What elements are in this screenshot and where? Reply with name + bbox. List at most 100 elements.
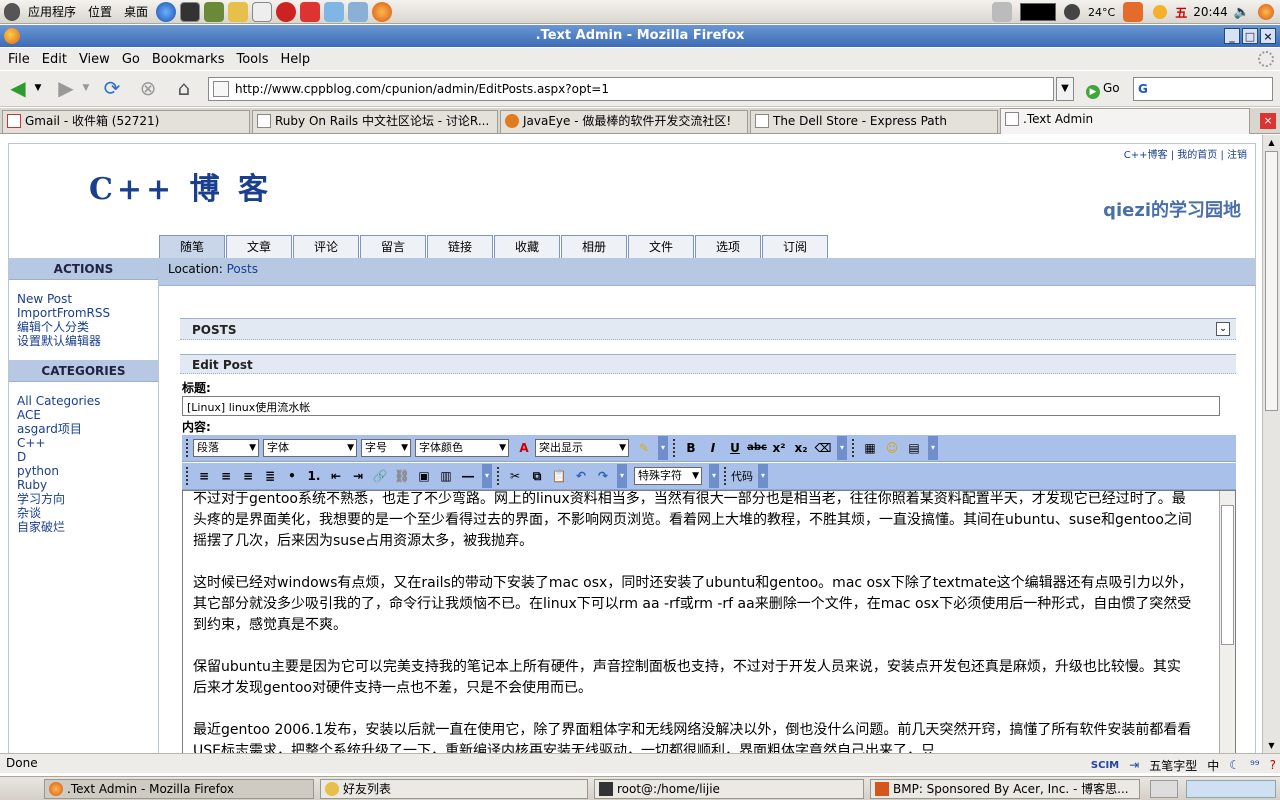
eraser-icon[interactable]: ⌫ [813, 438, 833, 458]
category-link[interactable]: python [17, 464, 158, 478]
category-link[interactable]: C++ [17, 436, 158, 450]
insert-document-icon[interactable]: ▤ [904, 438, 924, 458]
redo-icon[interactable]: ↷ [593, 466, 613, 486]
editor-scroll-thumb[interactable] [1221, 505, 1234, 645]
browser-launcher-icon[interactable] [156, 1, 177, 22]
toolbar-grip[interactable] [673, 439, 677, 457]
tab-ruby-forum[interactable]: Ruby On Rails 中文社区论坛 - 讨论R... [252, 110, 498, 133]
page-scroll-thumb[interactable] [1265, 151, 1278, 411]
menu-bookmarks[interactable]: Bookmarks [146, 52, 231, 67]
font-color-select[interactable]: 字体颜色 [415, 439, 509, 457]
forward-history-dropdown[interactable]: ▼ [80, 77, 92, 101]
align-center-icon[interactable]: ≡ [216, 466, 236, 486]
indent-icon[interactable]: ⇥ [348, 466, 368, 486]
tab-articles[interactable]: 文章 [226, 235, 292, 258]
firefox-tray-icon[interactable] [1258, 4, 1274, 20]
unlink-icon[interactable]: ⛓ [392, 466, 412, 486]
numbered-list-icon[interactable]: 1. [304, 466, 324, 486]
network-monitor-icon[interactable] [992, 2, 1013, 22]
tab-messages[interactable]: 留言 [360, 235, 426, 258]
menu-file[interactable]: File [2, 52, 36, 67]
subscript-button[interactable]: x₂ [791, 438, 811, 458]
toolbar-overflow[interactable]: ▾ [758, 464, 768, 488]
code-button[interactable]: 代码 [731, 468, 753, 484]
firefox-icon[interactable] [4, 28, 20, 44]
rich-text-editor[interactable]: 不过对于gentoo系统不熟悉，也走了不少弯路。网上的linux资料相当多，当然… [182, 490, 1236, 753]
strikethrough-button[interactable]: abc [747, 438, 767, 458]
tab-gallery[interactable]: 相册 [561, 235, 627, 258]
default-editor-link[interactable]: 设置默认编辑器 [17, 334, 158, 348]
terminal-launcher-icon[interactable] [180, 1, 201, 22]
firefox-task-icon[interactable] [1150, 780, 1178, 798]
italic-button[interactable]: I [703, 438, 723, 458]
close-tab-button[interactable]: × [1260, 113, 1276, 129]
search-input[interactable]: G [1133, 77, 1273, 101]
menu-edit[interactable]: Edit [36, 52, 73, 67]
tree-launcher-icon[interactable] [348, 1, 369, 22]
toolbar-overflow[interactable]: ▾ [709, 464, 719, 488]
tab-links[interactable]: 链接 [427, 235, 493, 258]
toolbar-grip[interactable] [497, 467, 501, 485]
office-launcher-icon[interactable] [300, 1, 321, 22]
category-link[interactable]: Ruby [17, 478, 158, 492]
new-post-link[interactable]: New Post [17, 292, 158, 306]
volume-icon[interactable]: 🔈 [1234, 5, 1250, 20]
toolbar-overflow[interactable]: ▾ [837, 436, 847, 460]
toolbar-grip[interactable] [724, 467, 728, 485]
ime-name[interactable]: 五笔字型 [1149, 757, 1197, 774]
moon-icon[interactable]: ☾ [1229, 758, 1240, 772]
gnome-foot-icon[interactable] [4, 2, 20, 21]
editor-scrollbar[interactable] [1219, 491, 1235, 753]
tab-text-admin[interactable]: .Text Admin [1000, 108, 1250, 134]
paste-icon[interactable]: 📋 [549, 466, 569, 486]
tab-options[interactable]: 选项 [695, 235, 761, 258]
toolbar-grip[interactable] [186, 439, 190, 457]
category-link[interactable]: asgard项目 [17, 422, 158, 436]
menu-tools[interactable]: Tools [230, 52, 274, 67]
minimize-button[interactable]: _ [1224, 28, 1240, 44]
url-dropdown[interactable]: ▼ [1056, 77, 1074, 101]
editor-content[interactable]: 不过对于gentoo系统不熟悉，也走了不少弯路。网上的linux资料相当多，当然… [193, 491, 1193, 753]
align-right-icon[interactable]: ≡ [238, 466, 258, 486]
home-icon[interactable]: ⌂ [172, 77, 196, 101]
network-launcher-icon[interactable] [324, 1, 345, 22]
toolbar-overflow[interactable]: ▾ [482, 464, 492, 488]
import-rss-link[interactable]: ImportFromRSS [17, 306, 158, 320]
task-bmp[interactable]: BMP: Sponsored By Acer, Inc. - 博客思... [870, 779, 1140, 799]
reload-icon[interactable]: ⟳ [100, 77, 124, 101]
ime-switch-icon[interactable]: ⇥ [1129, 758, 1139, 772]
punctuation-icon[interactable]: ⁹⁹ [1250, 758, 1260, 772]
category-link[interactable]: 学习方向 [17, 492, 158, 506]
horizontal-rule-icon[interactable]: ― [458, 466, 478, 486]
justify-icon[interactable]: ≣ [260, 466, 280, 486]
tab-subscribe[interactable]: 订阅 [762, 235, 828, 258]
special-char-select[interactable]: 特殊字符 [634, 467, 702, 485]
category-link[interactable]: D [17, 450, 158, 464]
ime-indicator[interactable]: 五 [1175, 4, 1187, 21]
tab-javaeye[interactable]: JavaEye - 做最棒的软件开发交流社区! [500, 110, 748, 133]
size-select[interactable]: 字号 [361, 439, 411, 457]
menu-go[interactable]: Go [116, 52, 146, 67]
scroll-down-arrow[interactable]: ▼ [1265, 739, 1278, 752]
firefox-launcher-icon[interactable] [372, 1, 393, 22]
category-link[interactable]: All Categories [17, 394, 158, 408]
page-scrollbar[interactable]: ▲ ▼ [1262, 135, 1280, 753]
close-window-button[interactable]: × [1260, 28, 1276, 44]
emoticon-icon[interactable]: ☺ [882, 438, 902, 458]
bullet-list-icon[interactable]: • [282, 466, 302, 486]
copy-icon[interactable]: ⧉ [527, 466, 547, 486]
notes-icon[interactable] [1123, 2, 1144, 22]
tab-dell-store[interactable]: The Dell Store - Express Path [750, 110, 998, 133]
menu-desktop[interactable]: 桌面 [118, 3, 154, 20]
table-icon[interactable]: ▦ [860, 438, 880, 458]
menu-view[interactable]: View [73, 52, 116, 67]
collapse-icon[interactable]: ⌄ [1216, 322, 1230, 336]
toolbar-overflow[interactable]: ▾ [658, 436, 668, 460]
highlight-select[interactable]: 突出显示 [535, 439, 629, 457]
menu-help[interactable]: Help [275, 52, 317, 67]
tab-gmail[interactable]: Gmail - 收件箱 (52721) [2, 110, 250, 133]
menu-places[interactable]: 位置 [82, 3, 118, 20]
category-link[interactable]: ACE [17, 408, 158, 422]
cut-icon[interactable]: ✂ [505, 466, 525, 486]
task-buddy-list[interactable]: 好友列表 [320, 779, 588, 799]
